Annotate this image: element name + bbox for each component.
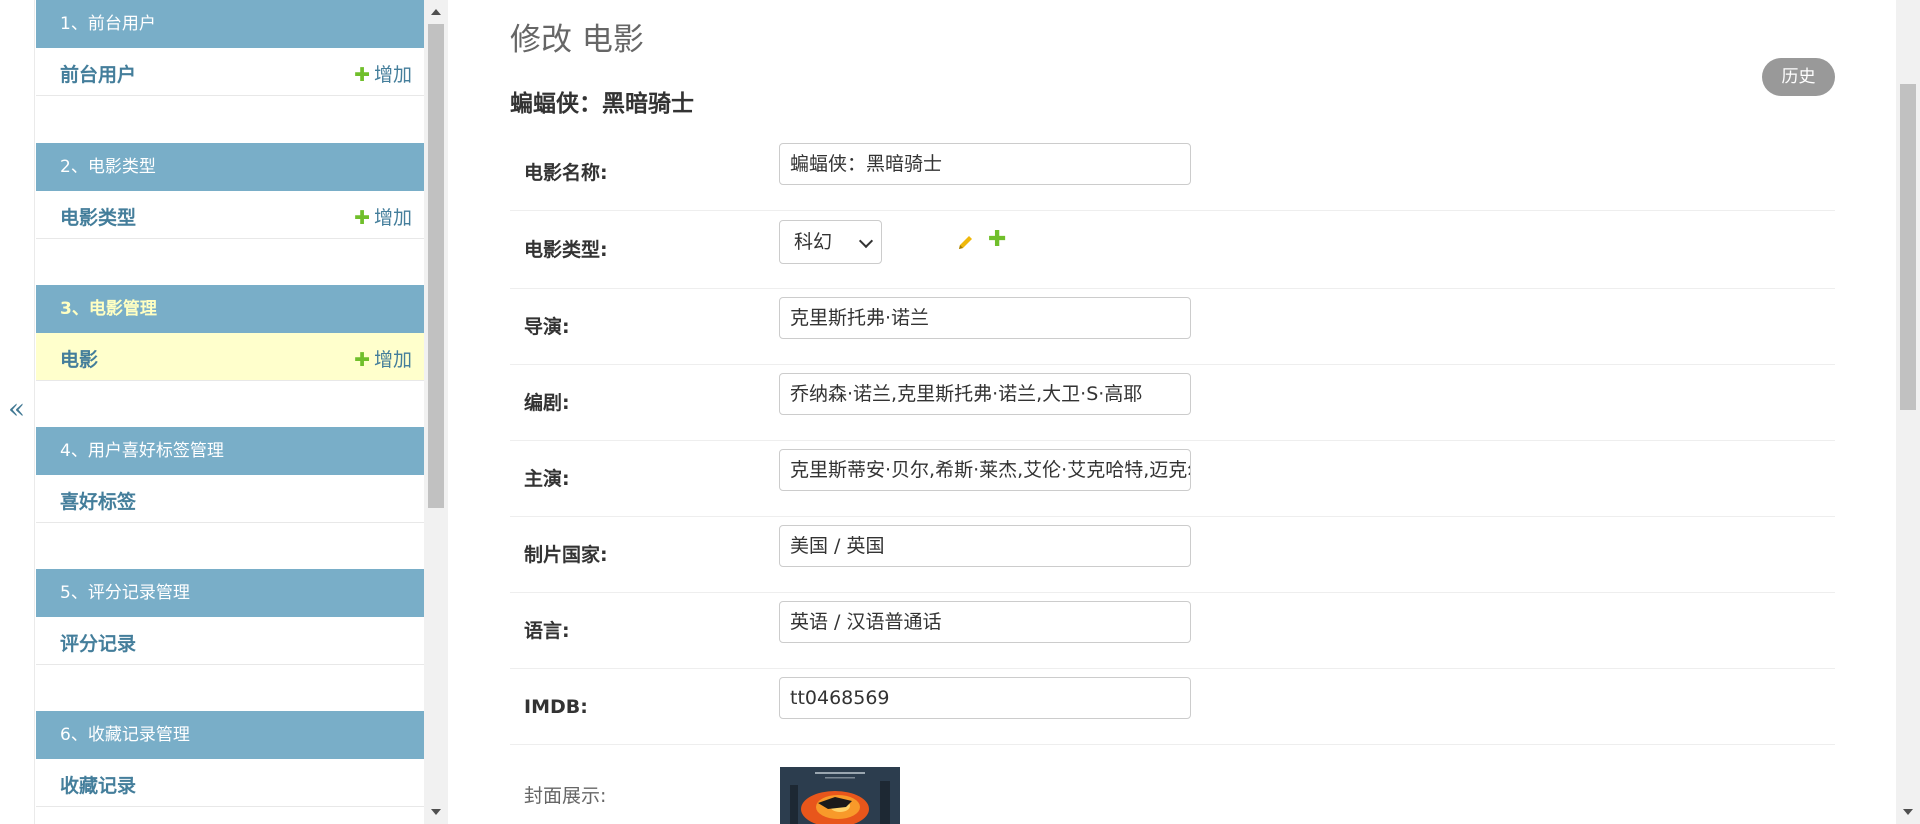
- language-input[interactable]: 英语 / 汉语普通话: [779, 601, 1191, 643]
- chevron-down-icon: [858, 233, 874, 249]
- module-caption[interactable]: 1、前台用户: [36, 0, 424, 48]
- object-title: 蝙蝠侠：黑暗骑士: [510, 91, 694, 117]
- scroll-down-arrow-icon[interactable]: [431, 809, 441, 815]
- cover-image: [780, 767, 900, 824]
- form-row-country: 制片国家: 美国 / 英国: [510, 517, 1835, 593]
- field-label: 导演:: [524, 316, 570, 338]
- model-row: 前台用户 ✚ 增加: [36, 48, 424, 96]
- scrollbar-thumb[interactable]: [428, 24, 444, 508]
- form-row-cast: 主演: 克里斯蒂安·贝尔,希斯·莱杰,艾伦·艾克哈特,迈克尔·凯恩: [510, 441, 1835, 517]
- country-input[interactable]: 美国 / 英国: [779, 525, 1191, 567]
- cast-input[interactable]: 克里斯蒂安·贝尔,希斯·莱杰,艾伦·艾克哈特,迈克尔·凯恩: [779, 449, 1191, 491]
- module-frontend-users: 1、前台用户 前台用户 ✚ 增加: [36, 0, 424, 96]
- module-user-tags: 4、用户喜好标签管理 喜好标签: [36, 427, 424, 523]
- history-button[interactable]: 历史: [1762, 58, 1835, 96]
- change-form: 电影名称: 蝙蝠侠：黑暗骑士 电影类型: 导演: 克里斯托弗·诺兰 编剧: 乔纳…: [510, 135, 1835, 821]
- model-link[interactable]: 电影: [60, 345, 98, 372]
- model-link[interactable]: 评分记录: [60, 629, 136, 656]
- field-label: 编剧:: [524, 392, 570, 414]
- writer-input[interactable]: 乔纳森·诺兰,克里斯托弗·诺兰,大卫·S·高耶: [779, 373, 1191, 415]
- module-favorites: 6、收藏记录管理 收藏记录: [36, 711, 424, 807]
- page-scrollbar[interactable]: [1896, 0, 1920, 824]
- page-title: 修改 电影: [510, 22, 644, 58]
- collapse-icon[interactable]: «: [8, 395, 25, 423]
- form-row-name: 电影名称: 蝙蝠侠：黑暗骑士: [510, 135, 1835, 211]
- model-row: 电影类型 ✚ 增加: [36, 191, 424, 239]
- scroll-down-arrow-icon[interactable]: [1903, 809, 1913, 815]
- sidebar-collapse-toggle[interactable]: «: [0, 0, 35, 824]
- scroll-up-arrow-icon[interactable]: [431, 9, 441, 15]
- form-row-imdb: IMDB: tt0468569: [510, 669, 1835, 745]
- module-caption[interactable]: 3、电影管理: [36, 285, 424, 333]
- model-link[interactable]: 喜好标签: [60, 487, 136, 514]
- form-row-cover: 封面展示:: [510, 745, 1835, 821]
- form-row-genre: 电影类型:: [510, 211, 1835, 289]
- add-label: 增加: [373, 64, 412, 86]
- field-label: 主演:: [524, 468, 570, 490]
- add-link[interactable]: ✚ 增加: [354, 60, 412, 87]
- main-content: 修改 电影 历史 蝙蝠侠：黑暗骑士 电影名称: 蝙蝠侠：黑暗骑士 电影类型: 导…: [450, 0, 1910, 824]
- module-caption[interactable]: 4、用户喜好标签管理: [36, 427, 424, 475]
- cover-poster-art: [780, 767, 900, 824]
- module-movie-management: 3、电影管理 电影 ✚ 增加: [36, 285, 424, 381]
- field-label: 制片国家:: [524, 544, 608, 566]
- add-label: 增加: [373, 349, 412, 371]
- name-input[interactable]: 蝙蝠侠：黑暗骑士: [779, 143, 1191, 185]
- add-link[interactable]: ✚ 增加: [354, 345, 412, 372]
- genre-selected-value: 科幻: [794, 231, 833, 253]
- add-related-icon[interactable]: ✚: [988, 227, 1006, 252]
- scrollbar-thumb[interactable]: [1900, 84, 1916, 410]
- module-ratings: 5、评分记录管理 评分记录: [36, 569, 424, 665]
- form-row-language: 语言: 英语 / 汉语普通话: [510, 593, 1835, 669]
- model-row-current: 电影 ✚ 增加: [36, 333, 424, 381]
- plus-icon: ✚: [354, 64, 370, 86]
- form-row-director: 导演: 克里斯托弗·诺兰: [510, 289, 1835, 365]
- field-label: 电影名称:: [524, 162, 608, 184]
- form-row-writer: 编剧: 乔纳森·诺兰,克里斯托弗·诺兰,大卫·S·高耶: [510, 365, 1835, 441]
- model-link[interactable]: 收藏记录: [60, 771, 136, 798]
- model-link[interactable]: 前台用户: [60, 60, 136, 87]
- module-caption[interactable]: 5、评分记录管理: [36, 569, 424, 617]
- genre-select[interactable]: 科幻: [779, 220, 882, 264]
- field-label: 封面展示:: [524, 785, 607, 807]
- field-label: IMDB:: [524, 696, 588, 718]
- add-link[interactable]: ✚ 增加: [354, 203, 412, 230]
- model-link[interactable]: 电影类型: [60, 203, 136, 230]
- plus-icon: ✚: [354, 349, 370, 371]
- plus-icon: ✚: [354, 207, 370, 229]
- module-caption[interactable]: 6、收藏记录管理: [36, 711, 424, 759]
- field-label: 语言:: [524, 620, 570, 642]
- model-row: 收藏记录: [36, 759, 424, 807]
- imdb-input[interactable]: tt0468569: [779, 677, 1191, 719]
- add-label: 增加: [373, 207, 412, 229]
- director-input[interactable]: 克里斯托弗·诺兰: [779, 297, 1191, 339]
- field-label: 电影类型:: [524, 239, 608, 261]
- model-row: 评分记录: [36, 617, 424, 665]
- sidebar-nav: 1、前台用户 前台用户 ✚ 增加 2、电影类型 电影类型 ✚ 增加 3、电影管理 电…: [36, 0, 424, 824]
- sidebar-scrollbar[interactable]: [424, 0, 448, 824]
- module-movie-genre: 2、电影类型 电影类型 ✚ 增加: [36, 143, 424, 239]
- model-row: 喜好标签: [36, 475, 424, 523]
- pencil-icon[interactable]: [957, 233, 975, 251]
- module-caption[interactable]: 2、电影类型: [36, 143, 424, 191]
